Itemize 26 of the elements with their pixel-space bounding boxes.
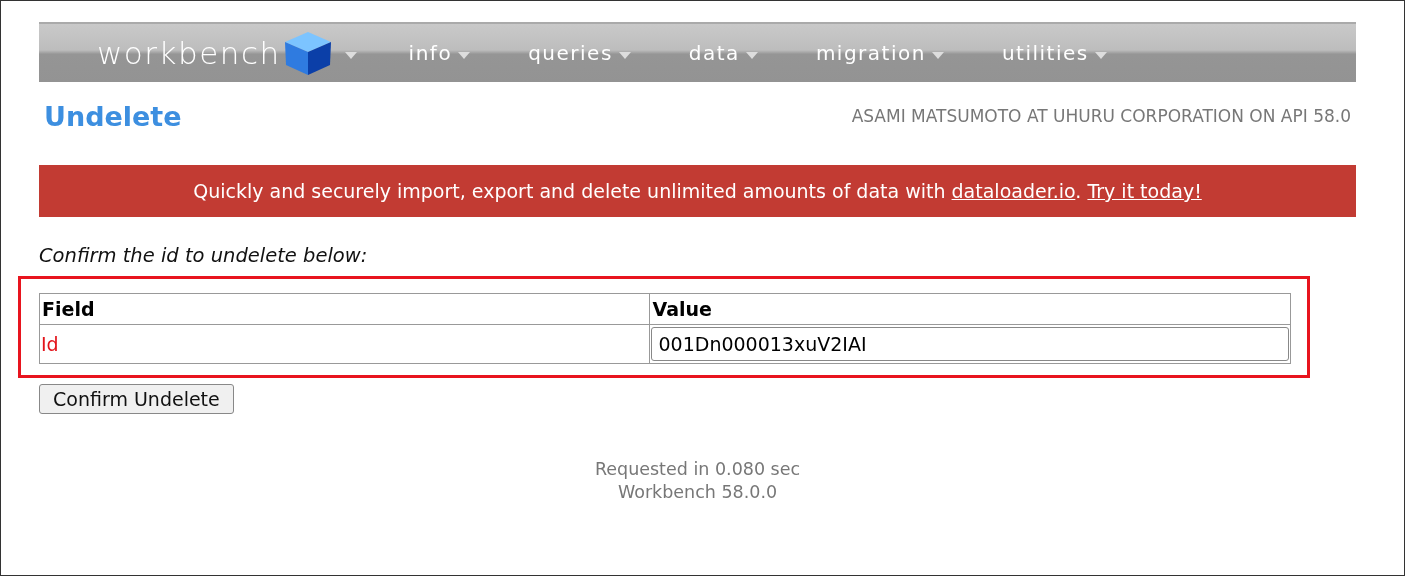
workbench-logo[interactable]: workbench xyxy=(97,35,281,71)
footer-text: Requested in 0.080 sec xyxy=(594,458,801,481)
table-cell: Id xyxy=(39,324,650,364)
caret-icon xyxy=(1094,51,1107,59)
page-title: Undelete xyxy=(44,100,182,132)
nav-menu-item[interactable]: utilities xyxy=(1001,41,1107,65)
nav-menu-item[interactable]: info xyxy=(408,41,471,65)
caret-icon xyxy=(618,51,631,59)
banner-link[interactable]: dataloader.io xyxy=(951,180,1076,202)
caret-icon xyxy=(458,51,471,59)
confirm-undelete-button[interactable]: Confirm Undelete xyxy=(39,384,234,414)
banner-link[interactable]: Try it today! xyxy=(1087,180,1202,202)
caret-icon xyxy=(745,51,758,59)
user-info: ASAMI MATSUMOTO AT UHURU CORPORATION ON API 58.0 xyxy=(851,106,1351,126)
nav-menu-item[interactable]: migration xyxy=(815,41,944,65)
nav-menu-item[interactable]: queries xyxy=(528,41,631,65)
column-header: Field xyxy=(39,293,650,325)
nav-menu-item[interactable]: data xyxy=(688,41,758,65)
column-header: Value xyxy=(650,293,1291,325)
footer-text: Workbench 58.0.0 xyxy=(617,481,778,504)
cube-icon xyxy=(282,30,333,76)
caret-icon xyxy=(931,51,944,59)
banner-text: Quickly and securely import, export and delete unlimited amounts of data with dataloader.io. Try it today! xyxy=(193,180,1202,202)
instruction-text: Confirm the id to undelete below: xyxy=(39,244,369,267)
caret-icon xyxy=(344,51,357,59)
value-input-field[interactable]: 001Dn000013xuV2IAI xyxy=(651,327,1289,361)
